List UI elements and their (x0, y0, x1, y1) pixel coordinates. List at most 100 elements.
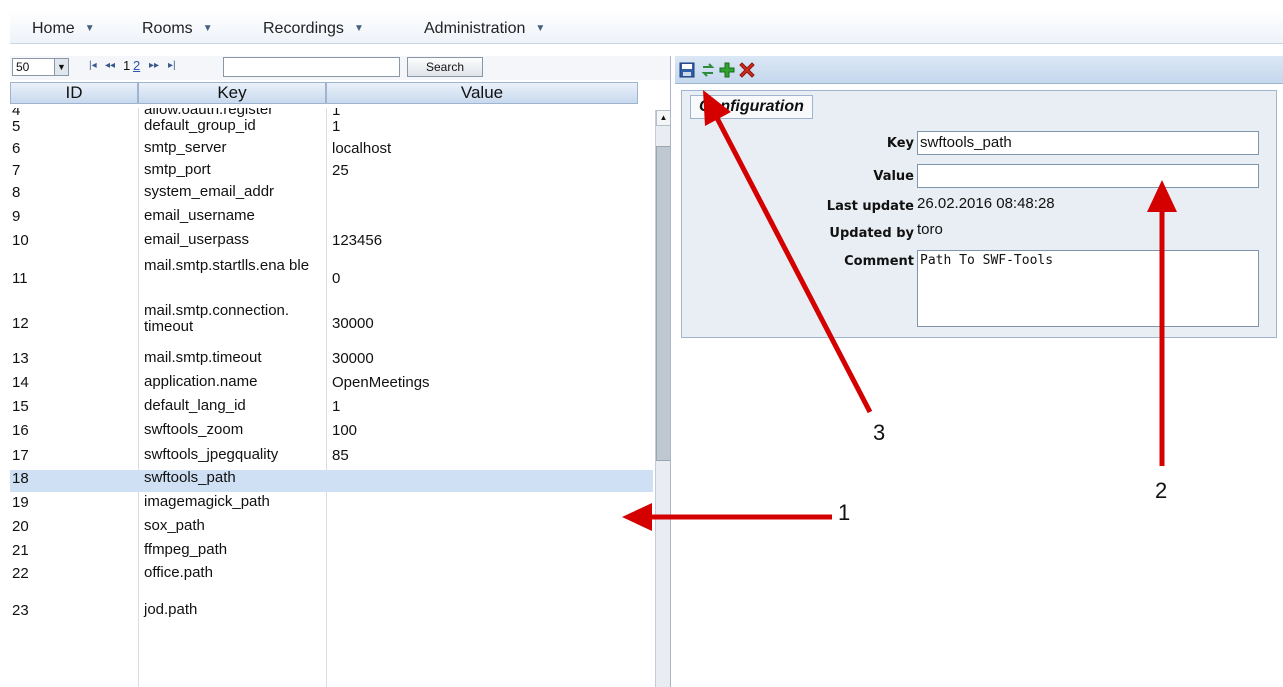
scrollbar-thumb[interactable] (656, 146, 670, 461)
table-row[interactable]: 17 swftools_jpegquality 85 (10, 447, 653, 469)
cell-id: 8 (12, 184, 21, 201)
last-page-icon[interactable]: ▸| (168, 60, 176, 71)
menu-recordings[interactable]: Recordings ▼ (263, 20, 364, 38)
table-row[interactable]: 12 mail.smtp.connection. timeout 30000 (10, 303, 653, 343)
page-size-select[interactable]: 50 ▼ (12, 58, 69, 76)
value-input[interactable] (917, 164, 1259, 188)
key-input[interactable]: swftools_path (917, 131, 1259, 155)
column-header-value[interactable]: Value (326, 82, 638, 104)
page-link-1[interactable]: 1 (123, 58, 130, 73)
cell-value: 25 (332, 162, 349, 179)
table-row[interactable]: 19 imagemagick_path (10, 494, 653, 516)
next-page-icon[interactable]: ▸▸ (149, 60, 159, 71)
annotation-label-3: 3 (873, 420, 886, 445)
grid-scrollbar[interactable]: ▲ (655, 110, 670, 687)
column-header-id[interactable]: ID (10, 82, 138, 104)
table-row[interactable]: 21 ffmpeg_path (10, 542, 653, 564)
table-row[interactable]: 9 email_username (10, 208, 653, 230)
cell-id: 9 (12, 208, 21, 225)
column-header-key[interactable]: Key (138, 82, 326, 104)
last-update-label: Last update (826, 199, 914, 214)
cell-id: 20 (12, 518, 29, 535)
cell-value: 0 (332, 270, 341, 287)
table-row-selected[interactable]: 18 swftools_path (10, 470, 653, 492)
table-row[interactable]: 8 system_email_addr (10, 184, 653, 206)
chevron-down-icon: ▼ (202, 23, 213, 34)
table-row[interactable]: 13 mail.smtp.timeout 30000 (10, 350, 653, 372)
table-row[interactable]: 16 swftools_zoom 100 (10, 422, 653, 444)
cell-value: OpenMeetings (332, 374, 430, 391)
cell-id: 11 (12, 270, 28, 287)
cell-value: localhost (332, 140, 392, 157)
cell-value: 85 (332, 447, 349, 464)
search-input[interactable] (223, 57, 400, 77)
last-update-value: 26.02.2016 08:48:28 (917, 195, 1055, 212)
cell-key: smtp_port (144, 161, 211, 178)
config-list-pane: 50 ▼ |◂ ◂◂ 1 2 ▸▸ ▸| Search ID Key Value… (10, 56, 671, 687)
cell-key: default_lang_id (144, 397, 246, 414)
cell-key: mail.smtp.startlls.ena ble (144, 257, 310, 274)
annotation-label-1: 1 (838, 500, 851, 525)
menu-administration[interactable]: Administration ▼ (424, 20, 545, 38)
cell-key: default_group_id (144, 117, 256, 134)
add-icon[interactable] (719, 62, 735, 78)
cell-id: 22 (12, 565, 29, 582)
table-row[interactable]: 5 default_group_id 1 (10, 118, 653, 140)
cell-id: 23 (12, 602, 29, 619)
cell-id: 15 (12, 398, 29, 415)
cell-id: 16 (12, 422, 29, 439)
dropdown-arrow-icon: ▼ (54, 59, 68, 75)
page-size-value: 50 (16, 60, 30, 74)
table-row[interactable]: 10 email_userpass 123456 (10, 232, 653, 254)
search-button[interactable]: Search (407, 57, 483, 77)
configuration-form: Configuration Key swftools_path Value La… (681, 90, 1277, 338)
grid-body: 4 allow.oauth.register 1 5 default_group… (10, 108, 653, 687)
comment-textarea[interactable]: Path To SWF-Tools (917, 250, 1259, 327)
table-row[interactable]: 6 smtp_server localhost (10, 140, 653, 162)
menu-rooms[interactable]: Rooms ▼ (142, 20, 213, 38)
table-row[interactable]: 14 application.name OpenMeetings (10, 374, 653, 396)
cell-id: 21 (12, 542, 29, 559)
refresh-icon[interactable] (700, 62, 716, 78)
cell-key: email_username (144, 207, 255, 224)
config-detail-pane: Configuration Key swftools_path Value La… (675, 56, 1283, 687)
table-row[interactable]: 22 office.path (10, 565, 653, 587)
menu-home[interactable]: Home ▼ (32, 20, 95, 38)
cell-id: 18 (12, 470, 29, 487)
delete-icon[interactable] (739, 62, 755, 78)
comment-label: Comment (844, 254, 914, 269)
cell-id: 7 (12, 162, 21, 179)
cell-value: 1 (332, 398, 341, 415)
table-row[interactable]: 23 jod.path (10, 590, 653, 630)
form-title: Configuration (690, 95, 813, 119)
cell-id: 19 (12, 494, 29, 511)
table-row[interactable]: 4 allow.oauth.register 1 (10, 108, 653, 119)
cell-id: 5 (12, 118, 21, 135)
cell-key: jod.path (144, 601, 198, 618)
save-icon[interactable] (679, 62, 695, 78)
cell-value: 30000 (332, 315, 374, 332)
scroll-up-icon[interactable]: ▲ (656, 110, 670, 126)
cell-id: 10 (12, 232, 29, 249)
table-row[interactable]: 15 default_lang_id 1 (10, 398, 653, 420)
cell-key: system_email_addr (144, 183, 275, 200)
pager-bar: 50 ▼ |◂ ◂◂ 1 2 ▸▸ ▸| Search (10, 56, 670, 80)
cell-key: swftools_path (144, 469, 236, 486)
cell-key: application.name (144, 373, 258, 390)
cell-key: imagemagick_path (144, 493, 270, 510)
cell-key: swftools_zoom (144, 421, 244, 438)
prev-page-icon[interactable]: ◂◂ (105, 60, 115, 71)
cell-value: 123456 (332, 232, 383, 249)
first-page-icon[interactable]: |◂ (89, 60, 97, 71)
cell-key: office.path (144, 564, 213, 581)
table-row[interactable]: 7 smtp_port 25 (10, 162, 653, 184)
cell-value: 1 (332, 118, 341, 135)
menu-rooms-label: Rooms (142, 20, 193, 37)
page-link-2[interactable]: 2 (133, 58, 140, 73)
table-row[interactable]: 11 mail.smtp.startlls.ena ble 0 (10, 258, 653, 298)
cell-key: ffmpeg_path (144, 541, 228, 558)
table-row[interactable]: 20 sox_path (10, 518, 653, 540)
cell-id: 14 (12, 374, 29, 391)
chevron-down-icon: ▼ (84, 23, 95, 34)
cell-value: 100 (332, 422, 358, 439)
